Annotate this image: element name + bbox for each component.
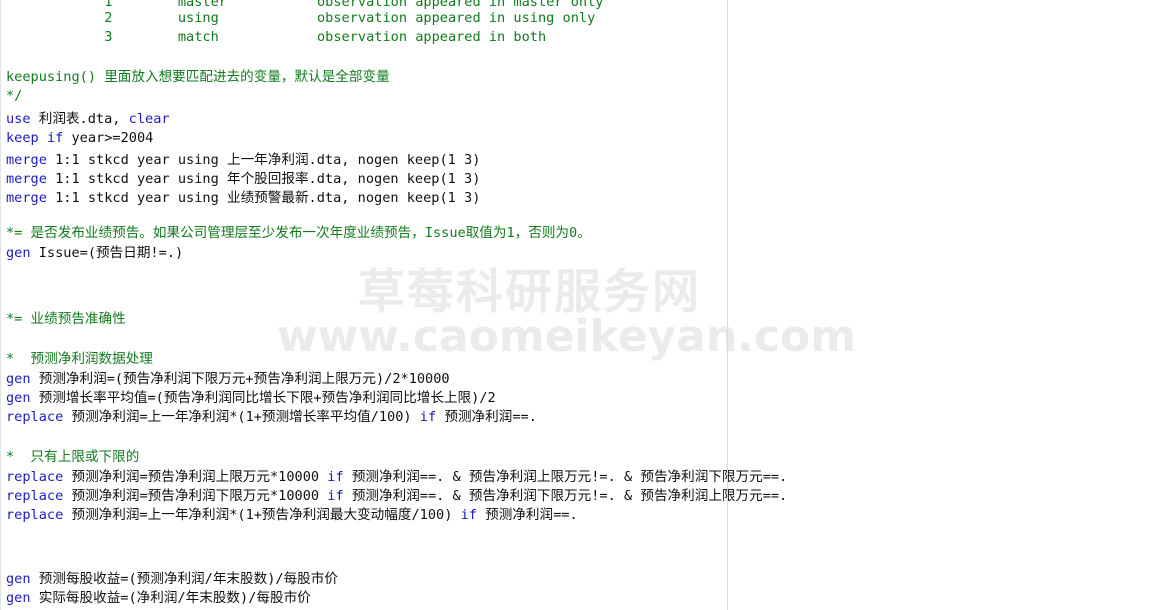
code-line-merge-legend-2[interactable]: 2 using observation appeared in using on… (6, 9, 595, 28)
code-token: merge (6, 171, 47, 187)
code-token: */ (6, 88, 23, 104)
code-token: 预测净利润=上一年净利润*(1+预告净利润最大变动幅度/100) (63, 507, 461, 523)
code-token: gen (6, 371, 31, 387)
code-token: 1:1 stkcd year using 业绩预警最新.dta, nogen k… (46, 190, 481, 206)
code-token: 预测净利润==. & 预告净利润上限万元!=. & 预告净利润下限万元==. (343, 469, 788, 485)
code-token: *= 业绩预告准确性 (6, 311, 126, 327)
code-token: 预测净利润==. & 预告净利润下限万元!=. & 预告净利润上限万元==. (343, 488, 788, 504)
code-token: keep (6, 130, 39, 146)
code-token: use (6, 111, 31, 127)
code-token: * 只有上限或下限的 (6, 449, 140, 465)
code-token: 1:1 stkcd year using 年个股回报率.dta, nogen k… (46, 171, 481, 187)
code-token: 3 match observation appeared in both (6, 29, 547, 45)
code-token: 预测净利润==. (436, 409, 537, 425)
code-line-keep-if-year[interactable]: keep if year>=2004 (6, 129, 153, 148)
code-line-gen-forecast-eps[interactable]: gen 预测每股收益=(预测净利润/年末股数)/每股市价 (6, 570, 338, 589)
code-token: gen (6, 590, 31, 606)
code-token: if (419, 409, 437, 425)
code-line-merge-annual-return[interactable]: merge 1:1 stkcd year using 年个股回报率.dta, n… (6, 170, 480, 189)
code-token: 预测净利润=上一年净利润*(1+预测增长率平均值/100) (63, 409, 420, 425)
code-token: if (460, 507, 477, 523)
code-token: if (46, 130, 64, 146)
code-token: merge (6, 152, 47, 168)
code-line-gen-issue[interactable]: gen Issue=(预告日期!=.) (6, 244, 183, 263)
code-line-replace-forecast-from-growth[interactable]: replace 预测净利润=上一年净利润*(1+预测增长率平均值/100) if… (6, 408, 537, 427)
code-token: gen (6, 571, 31, 587)
code-line-replace-max-change[interactable]: replace 预测净利润=上一年净利润*(1+预告净利润最大变动幅度/100)… (6, 506, 578, 525)
code-line-gen-forecast-growth-avg[interactable]: gen 预测增长率平均值=(预告净利润同比增长下限+预告净利润同比增长上限)/2 (6, 389, 496, 408)
code-token: if (327, 469, 344, 485)
code-token: keepusing() 里面放入想要匹配进去的变量，默认是全部变量 (6, 69, 390, 85)
code-line-merge-last-year-profit[interactable]: merge 1:1 stkcd year using 上一年净利润.dta, n… (6, 151, 480, 170)
left-gutter-rule (0, 0, 1, 610)
code-line-keepusing-note[interactable]: keepusing() 里面放入想要匹配进去的变量，默认是全部变量 (6, 68, 390, 87)
code-line-use-profit-table[interactable]: use 利润表.dta, clear (6, 110, 170, 129)
code-token: year>=2004 (63, 130, 154, 146)
code-line-comment-forecast-processing[interactable]: * 预测净利润数据处理 (6, 350, 153, 369)
code-token: 预测净利润=预告净利润上限万元*10000 (63, 469, 328, 485)
code-line-merge-warning-latest[interactable]: merge 1:1 stkcd year using 业绩预警最新.dta, n… (6, 189, 480, 208)
code-token: 预测每股收益=(预测净利润/年末股数)/每股市价 (30, 571, 338, 587)
code-token: replace (6, 507, 64, 523)
code-token: 预测净利润=(预告净利润下限万元+预告净利润上限万元)/2*10000 (30, 371, 450, 387)
code-token: 预测净利润==. (476, 507, 578, 523)
code-line-replace-lower-only[interactable]: replace 预测净利润=预告净利润下限万元*10000 if 预测净利润==… (6, 487, 787, 506)
code-line-merge-legend-3[interactable]: 3 match observation appeared in both (6, 28, 546, 47)
code-token: 实际每股收益=(净利润/年末股数)/每股市价 (30, 590, 311, 606)
code-token: 预测净利润=预告净利润下限万元*10000 (63, 488, 328, 504)
code-token: 2 using observation appeared in using on… (6, 10, 596, 26)
code-token: 1:1 stkcd year using 上一年净利润.dta, nogen k… (46, 152, 481, 168)
code-token: merge (6, 190, 47, 206)
code-token: gen (6, 245, 31, 261)
code-line-comment-issue-heading[interactable]: *= 是否发布业绩预告。如果公司管理层至少发布一次年度业绩预告，Issue取值为… (6, 224, 591, 243)
code-token: clear (128, 111, 170, 127)
code-line-comment-only-upper-or-lower[interactable]: * 只有上限或下限的 (6, 448, 139, 467)
code-line-comment-block-end[interactable]: */ (6, 87, 22, 106)
code-token: replace (6, 409, 64, 425)
code-editor-pane[interactable]: 草莓科研服务网 www.caomeikeyan.com 1 master obs… (0, 0, 1158, 610)
code-line-replace-upper-only[interactable]: replace 预测净利润=预告净利润上限万元*10000 if 预测净利润==… (6, 468, 787, 487)
code-token: Issue=(预告日期!=.) (30, 245, 184, 261)
right-margin-guide (727, 0, 728, 610)
code-token: 预测增长率平均值=(预告净利润同比增长下限+预告净利润同比增长上限)/2 (30, 390, 496, 406)
code-line-comment-accuracy-heading[interactable]: *= 业绩预告准确性 (6, 310, 126, 329)
code-line-gen-actual-eps[interactable]: gen 实际每股收益=(净利润/年末股数)/每股市价 (6, 589, 311, 608)
code-token: 利润表.dta, (30, 111, 129, 127)
code-token: replace (6, 488, 64, 504)
code-token: if (327, 488, 344, 504)
code-token: * 预测净利润数据处理 (6, 351, 153, 367)
code-token: replace (6, 469, 64, 485)
code-token: *= 是否发布业绩预告。如果公司管理层至少发布一次年度业绩预告，Issue取值为… (6, 225, 591, 241)
code-token: gen (6, 390, 31, 406)
code-line-gen-forecast-net-profit[interactable]: gen 预测净利润=(预告净利润下限万元+预告净利润上限万元)/2*10000 (6, 370, 450, 389)
code-text-surface[interactable]: 1 master observation appeared in master … (0, 0, 1158, 610)
